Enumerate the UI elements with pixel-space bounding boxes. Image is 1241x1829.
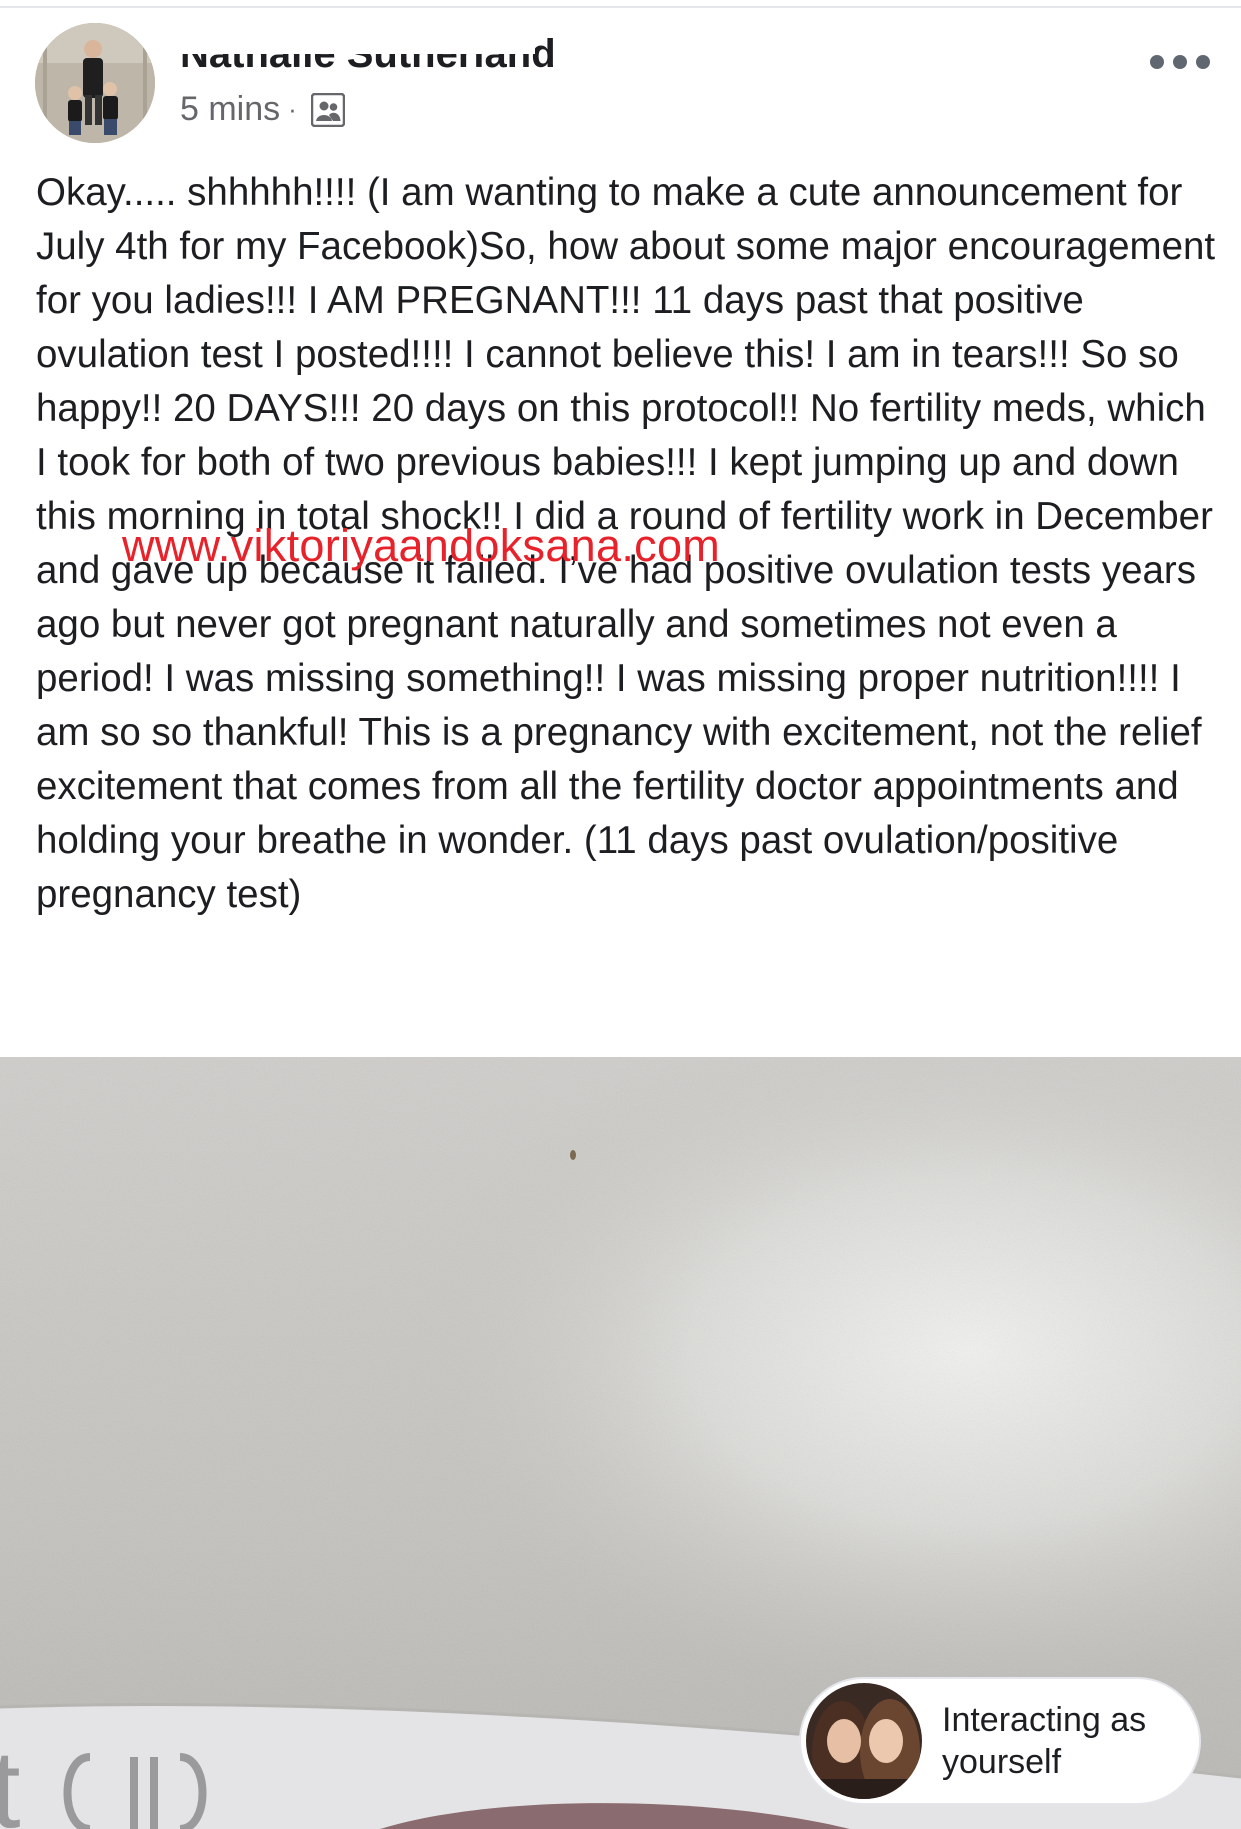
post-meta: 5 mins · (180, 90, 345, 129)
avatar-photo (35, 23, 155, 143)
author-avatar[interactable] (35, 23, 155, 143)
top-divider (0, 6, 1241, 8)
more-dot (1150, 55, 1164, 69)
friends-audience-icon[interactable] (310, 92, 345, 127)
name-redaction (175, 37, 535, 54)
chip-avatar-photo (806, 1683, 922, 1799)
chip-avatar (806, 1683, 922, 1799)
more-dot (1173, 55, 1187, 69)
more-options-icon[interactable] (1150, 44, 1210, 80)
post-timestamp[interactable]: 5 mins (180, 90, 280, 129)
interacting-as-chip[interactable]: Interacting as yourself (799, 1677, 1201, 1805)
watermark: www.viktoriyaandoksana.com (122, 520, 721, 571)
chip-label: Interacting as yourself (942, 1701, 1147, 1781)
meta-separator: · (288, 94, 297, 124)
more-dot (1196, 55, 1210, 69)
test-print: t (0, 1728, 21, 1829)
